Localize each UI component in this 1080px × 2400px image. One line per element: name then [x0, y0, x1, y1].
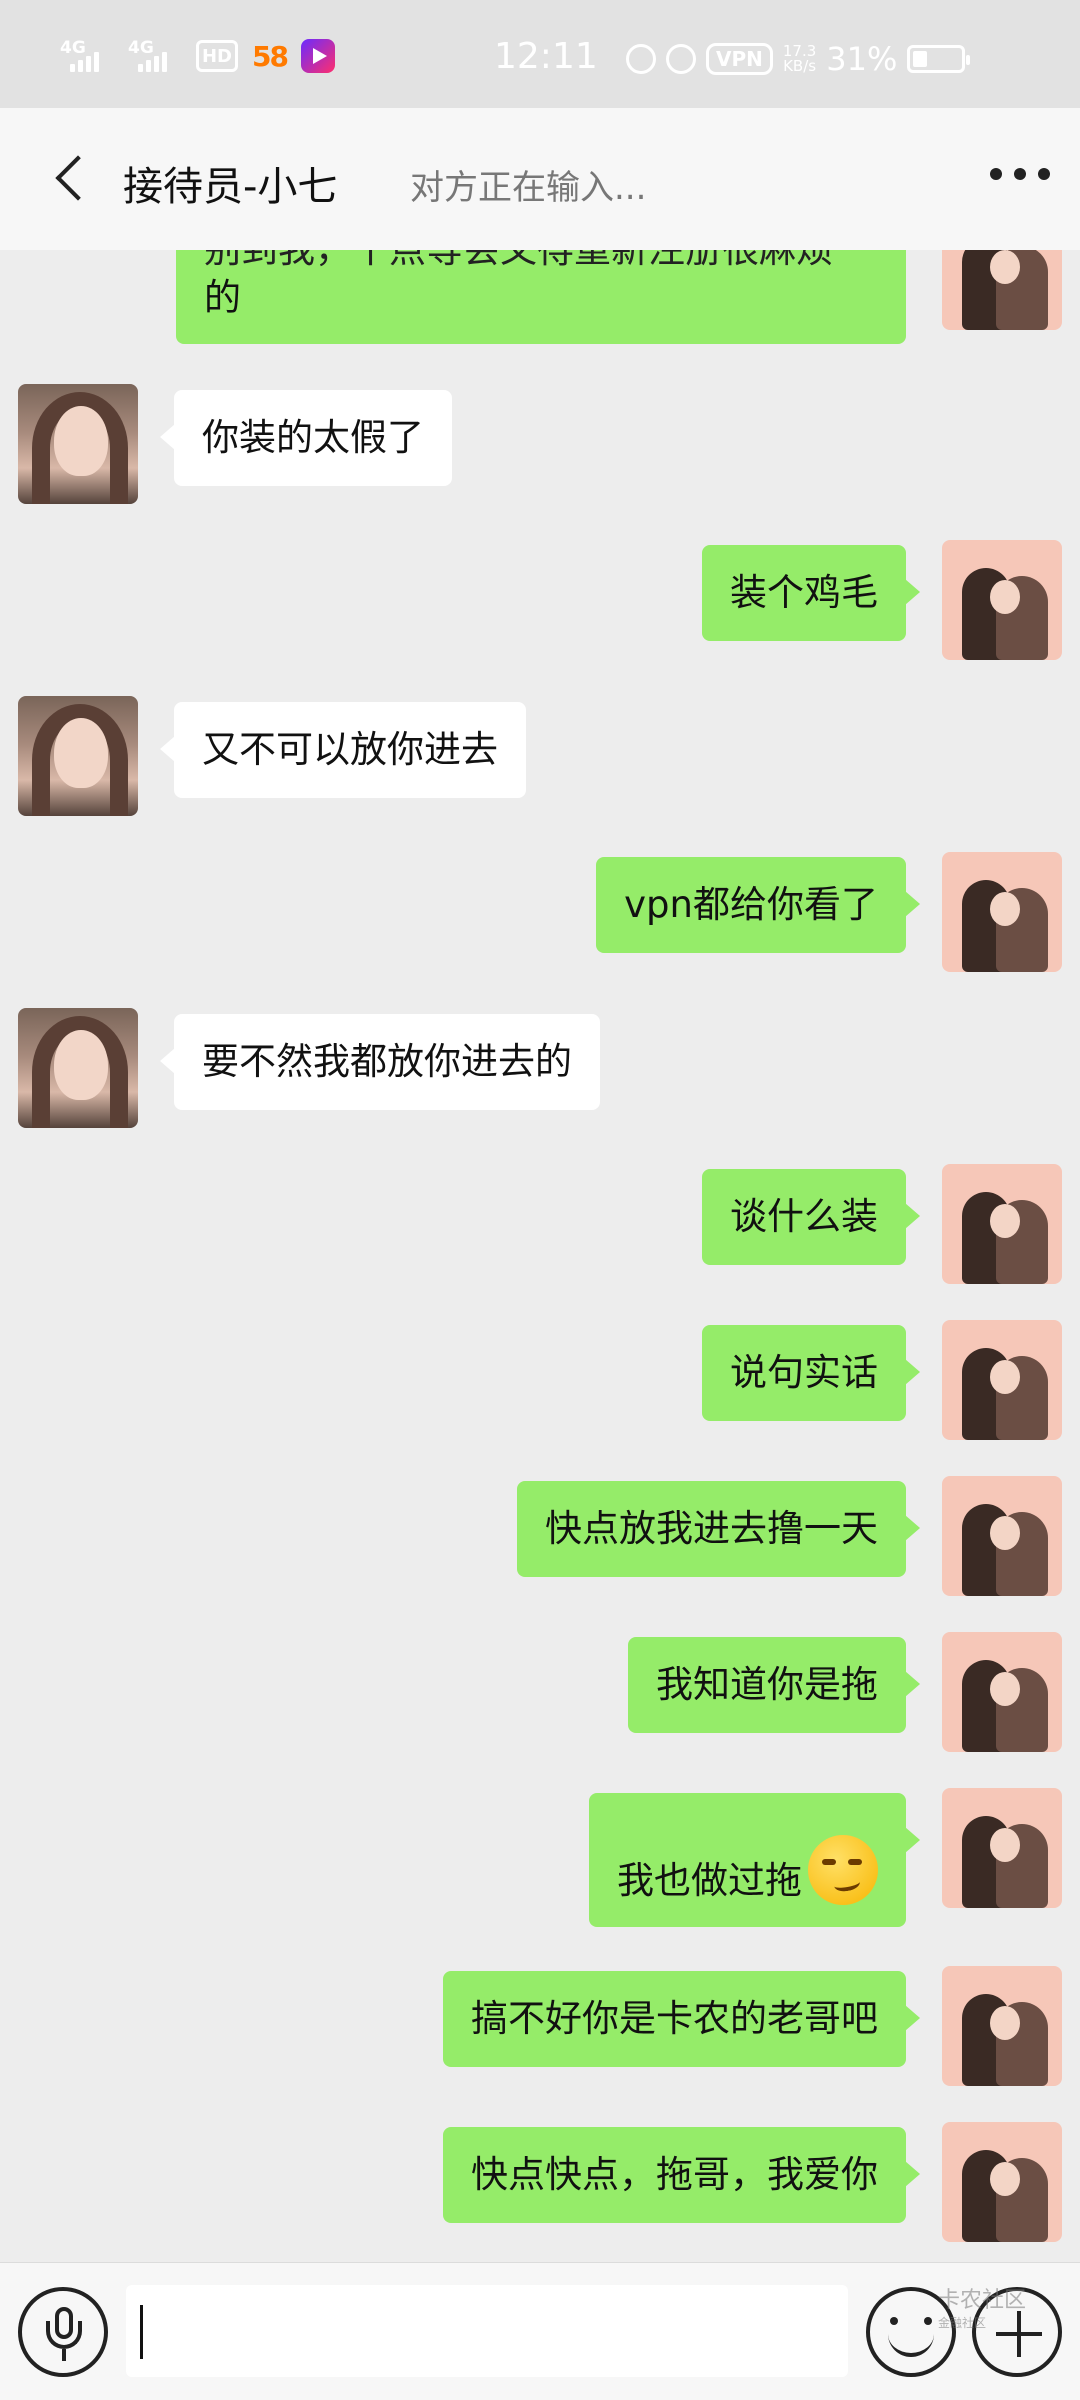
message-text: 装个鸡毛	[730, 571, 878, 614]
message-bubble-sent[interactable]: 谈什么装	[702, 1169, 920, 1265]
message-bubble-sent[interactable]: 快点放我进去撸一天	[517, 1481, 920, 1577]
text-cursor	[140, 2305, 143, 2359]
battery-fill	[913, 51, 928, 67]
signal-icon: 4G	[60, 38, 114, 74]
chat-header: 接待员-小七 对方正在输入...	[0, 108, 1080, 250]
watermark: 卡农社区 金融社区	[938, 2290, 1026, 2334]
hd-voice-icon: HD	[196, 40, 238, 72]
my-avatar[interactable]	[942, 1164, 1062, 1284]
typing-status: 对方正在输入...	[410, 168, 647, 208]
message-bubble-sent[interactable]: vpn都给你看了	[596, 857, 920, 953]
watermark-text: 卡农社区	[938, 2288, 1027, 2313]
message-text: 你装的太假了	[202, 416, 424, 459]
message-text: 说句实话	[730, 1351, 878, 1394]
video-app-icon	[300, 39, 335, 73]
message-text: 别到我，十点等会又得重新注册很麻烦	[204, 250, 833, 274]
message-bubble-received[interactable]: 又不可以放你进去	[160, 702, 526, 798]
input-bar	[0, 2262, 1080, 2400]
more-options-icon[interactable]	[990, 168, 1050, 180]
status-right-icons: VPN 17.3 KB/s 31%	[626, 40, 971, 78]
message-text: 我知道你是拖	[656, 1663, 878, 1706]
message-text: 的	[204, 276, 241, 319]
app-58-icon: 58	[252, 39, 289, 73]
message-bubble-sent[interactable]: 我知道你是拖	[628, 1637, 920, 1733]
my-avatar[interactable]	[942, 1966, 1062, 2086]
battery-percent: 31%	[826, 40, 898, 78]
message-bubble-received[interactable]: 要不然我都放你进去的	[160, 1014, 600, 1110]
message-list[interactable]: 别到我，十点等会又得重新注册很麻烦 的 你装的太假了 装个鸡毛 又不可以放你进去…	[0, 250, 1080, 2260]
watermark-subtext: 金融社区	[938, 2316, 987, 2330]
signal-icon: 4G	[128, 38, 182, 74]
my-avatar[interactable]	[942, 1788, 1062, 1908]
my-avatar[interactable]	[942, 540, 1062, 660]
smirk-emoji-icon	[808, 1835, 878, 1905]
contact-avatar[interactable]	[18, 696, 138, 816]
my-avatar[interactable]	[942, 1476, 1062, 1596]
message-text: 要不然我都放你进去的	[202, 1040, 572, 1083]
message-input[interactable]	[126, 2285, 848, 2377]
vpn-icon: VPN	[706, 43, 773, 75]
back-icon[interactable]	[54, 154, 84, 204]
message-text: 快点快点，拖哥，我爱你	[471, 2153, 878, 2196]
message-bubble-sent[interactable]: 搞不好你是卡农的老哥吧	[443, 1971, 920, 2067]
message-bubble-sent[interactable]: 说句实话	[702, 1325, 920, 1421]
message-bubble-sent[interactable]: 快点快点，拖哥，我爱你	[443, 2127, 920, 2223]
speed-unit: KB/s	[783, 57, 817, 75]
message-text: 又不可以放你进去	[202, 728, 498, 771]
chat-title: 接待员-小七	[123, 164, 338, 210]
message-text: 快点放我进去撸一天	[545, 1507, 878, 1550]
my-avatar[interactable]	[942, 1320, 1062, 1440]
contact-avatar[interactable]	[18, 384, 138, 504]
message-text: 我也做过拖	[617, 1859, 802, 1902]
message-bubble-sent[interactable]: 我也做过拖	[589, 1793, 920, 1927]
network-speed: 17.3 KB/s	[783, 44, 816, 74]
my-avatar[interactable]	[942, 1632, 1062, 1752]
message-text: 谈什么装	[730, 1195, 878, 1238]
status-left-icons: 4G 4G HD 58	[60, 38, 335, 74]
my-avatar[interactable]	[942, 250, 1062, 330]
contact-avatar[interactable]	[18, 1008, 138, 1128]
my-avatar[interactable]	[942, 852, 1062, 972]
status-bar: 4G 4G HD 58 12:11 VPN 17.3 KB/s 31%	[0, 0, 1080, 108]
microphone-icon[interactable]	[18, 2287, 108, 2377]
message-bubble-received[interactable]: 你装的太假了	[160, 390, 452, 486]
mute-bell-icon	[666, 44, 696, 74]
my-avatar[interactable]	[942, 2122, 1062, 2242]
message-bubble-sent[interactable]: 装个鸡毛	[702, 545, 920, 641]
message-text: vpn都给你看了	[624, 883, 878, 926]
clock: 12:11	[494, 36, 598, 77]
message-bubble-sent[interactable]: 别到我，十点等会又得重新注册很麻烦 的	[176, 250, 906, 344]
message-text: 搞不好你是卡农的老哥吧	[471, 1997, 878, 2040]
alarm-icon	[626, 44, 656, 74]
battery-icon	[907, 45, 971, 73]
